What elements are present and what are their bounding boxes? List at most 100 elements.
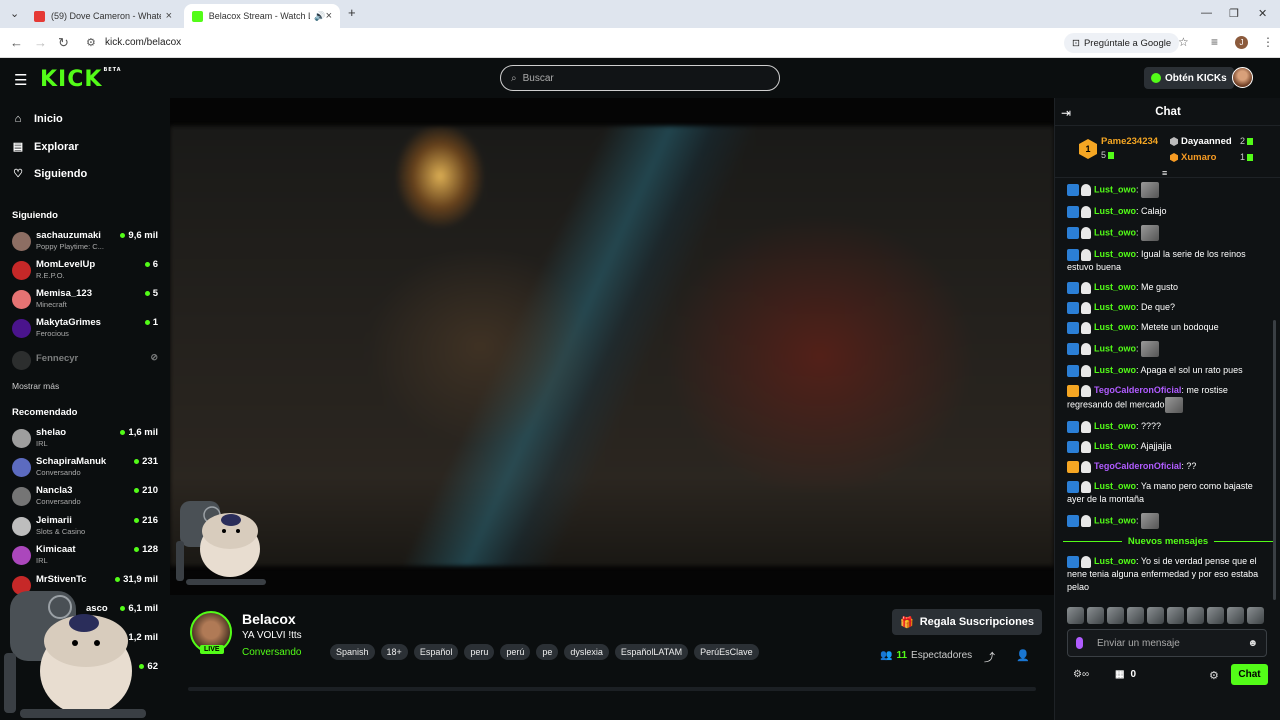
channel-item[interactable]: Nancla3 Conversando 210	[12, 484, 162, 512]
microphone-icon[interactable]	[1076, 637, 1083, 649]
chat-username[interactable]: Lust_owo	[1094, 515, 1136, 525]
chat-username[interactable]: Lust_owo	[1094, 184, 1136, 194]
profile-avatar[interactable]: J	[1235, 36, 1248, 49]
search-input[interactable]: ⌕ Buscar	[500, 65, 780, 91]
speaker-icon[interactable]: 🔊	[314, 11, 325, 22]
chat-username[interactable]: Lust_owo	[1094, 421, 1136, 431]
user-avatar[interactable]	[1232, 67, 1253, 88]
subscriber-badge-icon	[1067, 364, 1079, 377]
chat-username[interactable]: Lust_owo	[1094, 441, 1136, 451]
leaderboard-first-name[interactable]: Pame234234	[1101, 136, 1158, 147]
channel-item[interactable]: Kimicaat IRL 128	[12, 543, 162, 571]
chat-username[interactable]: Lust_owo	[1094, 343, 1136, 353]
chat-username[interactable]: TegoCalderonOficial	[1094, 385, 1181, 395]
settings-icon[interactable]: ⚙	[1209, 669, 1219, 682]
channel-item[interactable]: shelao IRL 1,6 mil	[12, 426, 162, 454]
channel-item[interactable]: Memisa_123 Minecraft 5	[12, 287, 162, 315]
tag[interactable]: perú	[500, 644, 531, 660]
leaderboard-second-name[interactable]: Dayaanned	[1170, 136, 1232, 147]
expand-leaderboard-icon[interactable]: ≡	[1162, 168, 1167, 178]
tag[interactable]: 18+	[380, 644, 408, 660]
reading-list-icon[interactable]: ≡	[1211, 35, 1218, 49]
bunny-badge-icon	[1081, 480, 1091, 493]
tag[interactable]: Spanish	[330, 644, 375, 660]
emote[interactable]	[1164, 397, 1183, 413]
close-icon[interactable]: ×	[326, 10, 332, 22]
chat-username[interactable]: TegoCalderonOficial	[1094, 461, 1181, 471]
stream-category[interactable]: Conversando	[242, 647, 301, 658]
emote[interactable]	[1147, 607, 1164, 624]
chat-scrollbar[interactable]	[1273, 320, 1276, 600]
tag[interactable]: dyslexia	[564, 644, 609, 660]
menu-icon[interactable]: ☰	[14, 71, 27, 89]
channel-item[interactable]: Jeimarii Slots & Casino 216	[12, 514, 162, 542]
gift-subscriptions-button[interactable]: 🎁 Regala Suscripciones	[892, 609, 1043, 635]
tag[interactable]: Español	[413, 644, 459, 660]
close-icon[interactable]: ×	[166, 10, 172, 22]
url-field[interactable]: kick.com/belacox	[105, 37, 181, 48]
chat-username[interactable]: Lust_owo	[1094, 302, 1136, 312]
restore-icon[interactable]: ❐	[1229, 7, 1239, 20]
chat-username[interactable]: Lust_owo	[1094, 282, 1136, 292]
browser-menu-icon[interactable]: ⋮	[1262, 35, 1274, 49]
back-icon[interactable]: ←	[10, 35, 23, 50]
kick-logo[interactable]: KICKBETA	[40, 67, 122, 92]
chat-username[interactable]: Lust_owo	[1094, 556, 1136, 566]
tag[interactable]: EspañolLATAM	[614, 644, 689, 660]
site-info-icon[interactable]: ⚙	[86, 36, 96, 49]
new-messages-divider[interactable]: Nuevos mensajes	[1063, 535, 1274, 547]
emote[interactable]	[1141, 513, 1160, 529]
minimize-icon[interactable]: —	[1201, 7, 1212, 19]
emote[interactable]	[1247, 607, 1264, 624]
channel-item-offline[interactable]: Fennecyr ⊘	[12, 348, 162, 376]
video-player[interactable]	[170, 98, 1054, 595]
browser-tab-youtube[interactable]: (59) Dove Cameron - Whatever ×	[26, 4, 180, 28]
chat-username[interactable]: Lust_owo	[1094, 227, 1136, 237]
show-more-link[interactable]: Mostrar más	[12, 381, 59, 391]
bookmark-star-icon[interactable]: ☆	[1178, 35, 1189, 49]
channel-name[interactable]: Belacox	[242, 611, 296, 627]
emote[interactable]	[1067, 607, 1084, 624]
window-close-icon[interactable]: ✕	[1258, 7, 1267, 20]
sidebar-item-explorar[interactable]: ▤ Explorar	[12, 140, 79, 154]
emote[interactable]	[1187, 607, 1204, 624]
tag[interactable]: peru	[464, 644, 495, 660]
new-tab-icon[interactable]: +	[348, 5, 356, 20]
channel-item[interactable]: SchapiraManuk Conversando 231	[12, 455, 162, 483]
channel-item[interactable]: MomLevelUp R.E.P.O. 6	[12, 258, 162, 286]
tag[interactable]: PerúEsClave	[694, 644, 759, 660]
channel-item[interactable]: sachauzumaki Poppy Playtime: C... 9,6 mi…	[12, 229, 162, 257]
chat-username[interactable]: Lust_owo	[1094, 481, 1136, 491]
emote[interactable]	[1167, 607, 1184, 624]
tab-search-icon[interactable]: ⌄	[10, 7, 19, 20]
ask-google-button[interactable]: ⊡ Pregúntale a Google	[1064, 33, 1180, 53]
emote[interactable]	[1207, 607, 1224, 624]
browser-tab-kick[interactable]: Belacox Stream - Watch Live 🔊 ×	[184, 4, 340, 28]
chat-username[interactable]: Lust_owo	[1094, 365, 1136, 375]
channel-points[interactable]: ▦ 0	[1115, 669, 1136, 680]
emote[interactable]	[1141, 182, 1160, 198]
reload-icon[interactable]: ↻	[58, 35, 69, 51]
get-kicks-button[interactable]: Obtén KICKs	[1144, 67, 1234, 89]
infinity-icon[interactable]: ⚙∞	[1073, 669, 1089, 680]
sidebar-item-siguiendo[interactable]: ♡ Siguiendo	[12, 167, 87, 181]
chat-username[interactable]: Lust_owo	[1094, 249, 1136, 259]
emote[interactable]	[1141, 341, 1160, 357]
share-icon[interactable]: ⤴	[984, 649, 995, 665]
emoji-icon[interactable]: ☻	[1247, 638, 1258, 649]
sidebar-item-inicio[interactable]: ⌂ Inicio	[12, 113, 63, 125]
emote[interactable]	[1087, 607, 1104, 624]
chat-input[interactable]: Enviar un mensaje ☻	[1067, 629, 1267, 657]
follow-user-icon[interactable]: 👤	[1016, 649, 1030, 662]
chat-username[interactable]: Lust_owo	[1094, 206, 1136, 216]
emote[interactable]	[1227, 607, 1244, 624]
emote[interactable]	[1107, 607, 1124, 624]
chat-username[interactable]: Lust_owo	[1094, 322, 1136, 332]
tag[interactable]: pe	[536, 644, 559, 660]
emote[interactable]	[1141, 225, 1160, 241]
channel-item[interactable]: MakytaGrimes Ferocious 1	[12, 316, 162, 344]
send-chat-button[interactable]: Chat	[1231, 664, 1268, 685]
forward-icon[interactable]: →	[34, 35, 47, 50]
emote[interactable]	[1127, 607, 1144, 624]
leaderboard-third-name[interactable]: Xumaro	[1170, 152, 1216, 163]
